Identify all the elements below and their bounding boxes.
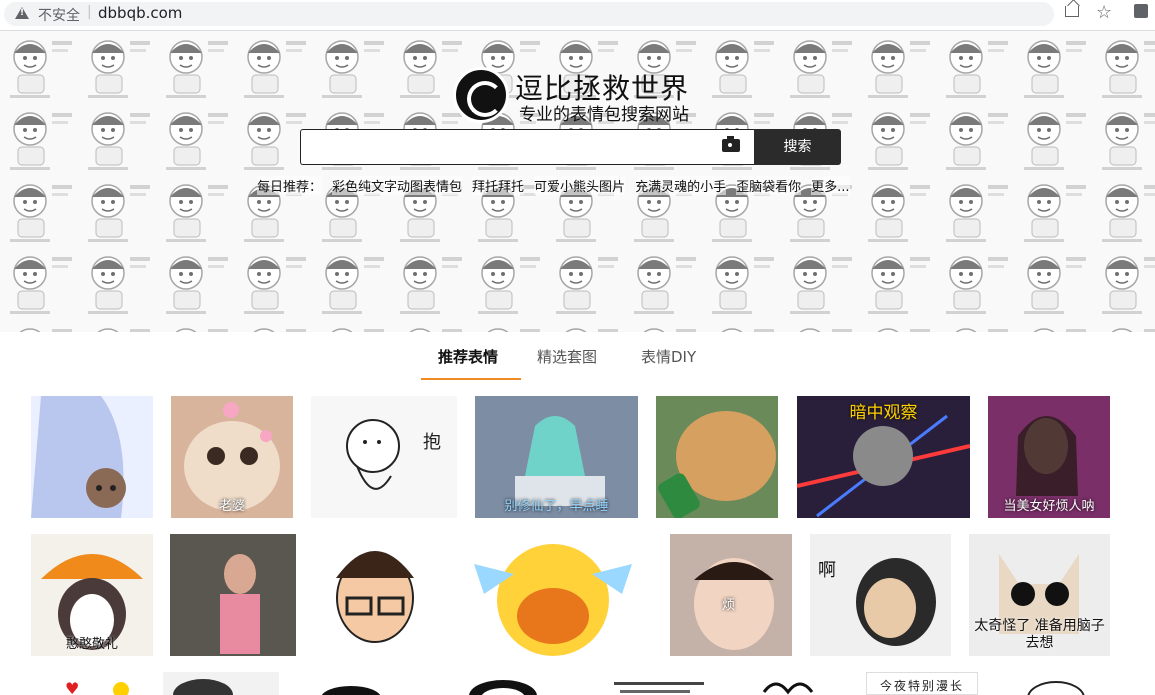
meme-caption: 当美女好烦人呐 [1003,499,1095,514]
meme-tile[interactable]: ♥ [31,672,153,695]
meme-tile[interactable] [170,534,296,656]
meme-tile[interactable]: 今夜特别漫长 [866,672,978,695]
meme-tile[interactable]: 憨憨敬礼 [31,534,153,656]
meme-tile[interactable] [421,672,585,695]
active-tab-indicator [421,378,521,380]
meme-caption: 今夜特别漫长 [879,679,964,693]
svg-text:♥: ♥ [65,679,79,695]
site-logo[interactable] [453,67,509,123]
browser-address-bar: 不安全 | dbbqb.com ☆ [0,0,1155,28]
meme-caption: 老婆 [218,499,245,514]
url-text[interactable]: dbbqb.com [98,4,182,22]
daily-item[interactable]: 充满灵魂的小手 [635,176,727,195]
meme-tile[interactable] [297,672,405,695]
meme-tile[interactable]: 抱 [311,396,457,518]
meme-tile[interactable] [314,534,436,656]
svg-text:抱: 抱 [423,432,441,453]
meme-tile[interactable]: 啊 [810,534,951,656]
tab-featured-sets[interactable]: 精选套图 [537,346,597,367]
daily-more-link[interactable]: 更多... [811,176,850,195]
meme-caption: 别修仙了，早点睡 [504,499,609,514]
security-label[interactable]: 不安全 [38,5,80,25]
meme-tile[interactable]: 别修仙了，早点睡 [475,396,638,518]
meme-tile[interactable] [656,396,778,518]
meme-tile[interactable] [604,672,718,695]
hero-banner: 逗比拯救世界 专业的表情包搜索网站 搜索 每日推荐： 彩色纯文字动图表情包 拜托… [0,31,1155,332]
site-subtitle: 专业的表情包搜索网站 [519,105,689,125]
meme-caption: 啊 [818,560,836,581]
meme-tile[interactable] [996,672,1110,695]
meme-tile[interactable]: 老婆 [171,396,293,518]
tab-diy[interactable]: 表情DIY [641,346,696,367]
meme-tile[interactable]: 烦 [670,534,792,656]
search-input[interactable] [300,129,754,165]
meme-tile[interactable] [454,534,652,656]
camera-icon[interactable] [722,136,740,152]
address-separator: | [87,4,92,20]
meme-tile[interactable]: 当美女好烦人呐 [988,396,1110,518]
search-button[interactable]: 搜索 [754,129,841,165]
daily-item[interactable]: 歪脑袋看你 [736,176,802,195]
meme-tile[interactable] [163,672,279,695]
meme-caption: 烦 [722,598,736,613]
daily-recommendations: 每日推荐： 彩色纯文字动图表情包 拜托拜托 可爱小熊头图片 充满灵魂的小手 歪脑… [257,176,850,195]
category-tabs: 推荐表情 精选套图 表情DIY [0,333,1155,381]
meme-tile[interactable] [31,396,153,518]
warning-icon[interactable] [15,7,29,19]
daily-label: 每日推荐： [257,176,323,195]
daily-item[interactable]: 拜托拜托 [472,176,525,195]
tab-recommended[interactable]: 推荐表情 [438,346,498,367]
star-icon[interactable]: ☆ [1096,2,1112,23]
meme-tile[interactable]: 暗中观察 [797,396,970,518]
meme-tile[interactable]: 太奇怪了 准备用脑子去想 [969,534,1110,656]
meme-caption: 憨憨敬礼 [65,637,118,652]
extensions-icon[interactable] [1134,4,1148,18]
daily-item[interactable]: 可爱小熊头图片 [534,176,626,195]
meme-tile[interactable] [736,672,848,695]
meme-caption: 暗中观察 [849,403,918,423]
share-icon[interactable] [1065,6,1079,17]
meme-caption: 太奇怪了 准备用脑子去想 [974,618,1105,651]
daily-item[interactable]: 彩色纯文字动图表情包 [332,176,463,195]
